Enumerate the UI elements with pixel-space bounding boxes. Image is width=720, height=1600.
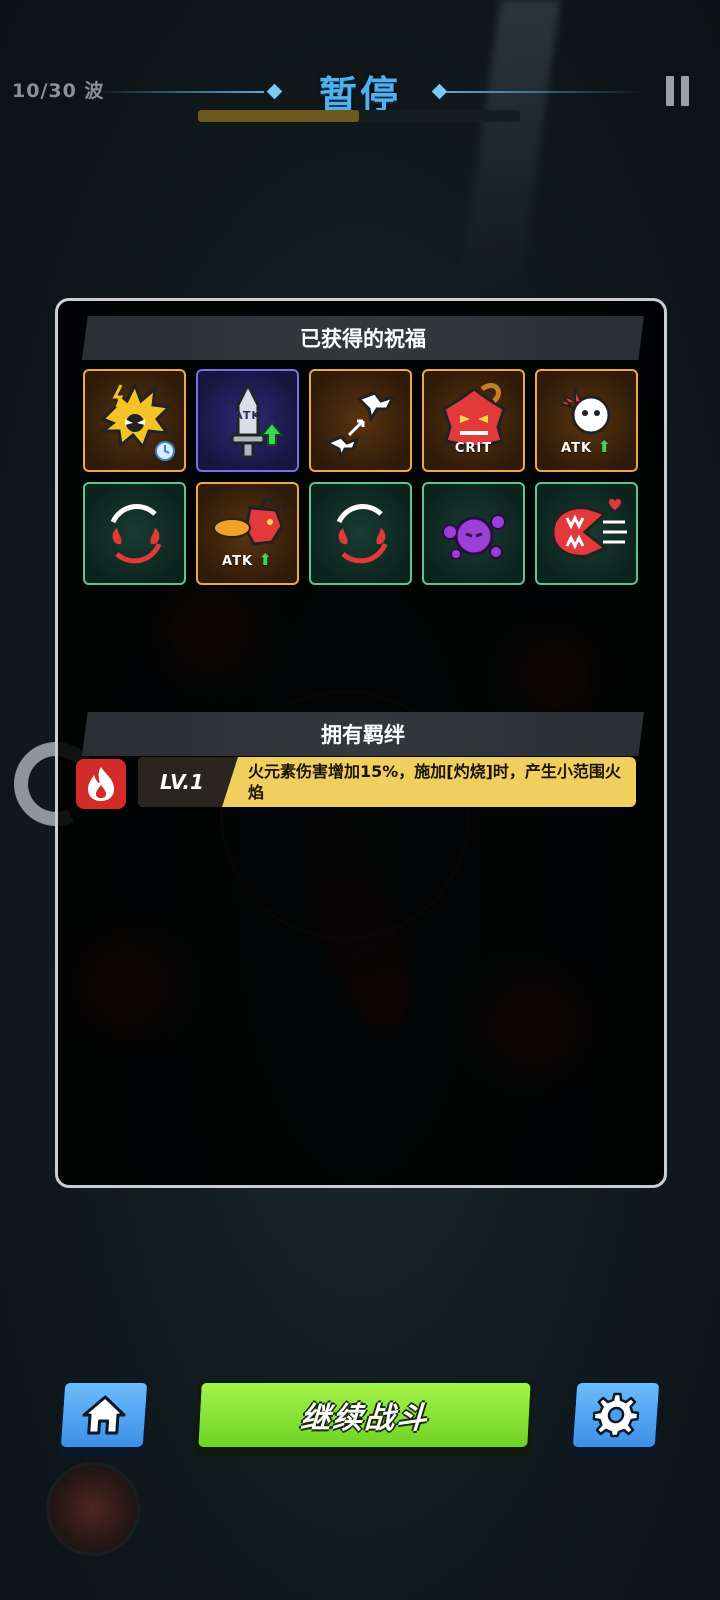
blessing-tag-text: ATK xyxy=(561,441,593,456)
skill-orb-icon xyxy=(46,1462,140,1556)
blessing-tag: CRIT xyxy=(454,441,493,456)
blessing-tile[interactable]: CRIT xyxy=(422,369,525,472)
blessing-tag: ATK xyxy=(234,409,261,422)
background-light-streak xyxy=(459,0,561,290)
bond-icon[interactable] xyxy=(76,759,126,809)
bonds-header: 拥有羁绊 xyxy=(82,712,644,756)
fire-element-icon xyxy=(88,767,114,801)
pause-button[interactable] xyxy=(666,76,690,106)
continue-battle-button[interactable]: 继续战斗 xyxy=(195,1380,534,1450)
fire-cycle-icon xyxy=(336,503,387,563)
blessing-tile[interactable] xyxy=(309,369,412,472)
wave-progress-fill xyxy=(198,110,359,122)
flying-birds-icon xyxy=(322,390,396,461)
blessing-tag-text: ATK xyxy=(222,554,254,569)
blessing-tile[interactable]: ATK ⬆ xyxy=(535,369,638,472)
bond-row[interactable]: LV.1 火元素伤害增加15%，施加[灼烧]时，产生小范围火焰 xyxy=(138,757,636,807)
blessing-tile[interactable] xyxy=(535,482,638,585)
blessings-header: 已获得的祝福 xyxy=(82,316,644,360)
blessings-grid: ATK CRIT ATK ⬆ ATK ⬆ xyxy=(83,369,643,585)
title-divider-right xyxy=(446,91,646,93)
home-button[interactable] xyxy=(57,1380,151,1450)
blessing-tag: ATK ⬆ xyxy=(198,550,297,569)
blessing-tile[interactable] xyxy=(422,482,525,585)
diamond-ornament xyxy=(266,83,283,100)
purple-slime-icon xyxy=(441,513,506,560)
wave-progress-bar xyxy=(198,110,520,122)
pause-icon xyxy=(681,76,689,106)
lightning-hedgehog-icon xyxy=(98,380,175,461)
blessing-tag: ATK ⬆ xyxy=(537,437,636,456)
up-arrow-icon: ⬆ xyxy=(258,550,273,569)
diamond-ornament xyxy=(431,83,448,100)
pause-icon xyxy=(666,76,674,106)
bond-description: 火元素伤害增加15%，施加[灼烧]时，产生小范围火焰 xyxy=(248,762,621,802)
up-arrow-icon: ⬆ xyxy=(597,437,612,456)
blessing-tile[interactable] xyxy=(83,369,186,472)
settings-button[interactable] xyxy=(569,1380,663,1450)
wave-counter: 10/30 波 xyxy=(12,80,105,102)
blessing-tile[interactable] xyxy=(309,482,412,585)
bond-level: LV.1 xyxy=(138,757,238,807)
blessings-panel: 已获得的祝福 ATK CRIT ATK ⬆ ATK ⬆ 拥有羁绊 LV.1 火元… xyxy=(55,298,667,1188)
blessing-tile[interactable]: ATK xyxy=(196,369,299,472)
blessing-tile[interactable] xyxy=(83,482,186,585)
title-divider-left xyxy=(92,91,264,93)
gear-icon xyxy=(592,1392,640,1438)
home-icon xyxy=(82,1395,126,1435)
blessing-tile[interactable]: ATK ⬆ xyxy=(196,482,299,585)
fire-cycle-icon xyxy=(110,503,161,563)
red-chomper-icon xyxy=(550,498,627,558)
